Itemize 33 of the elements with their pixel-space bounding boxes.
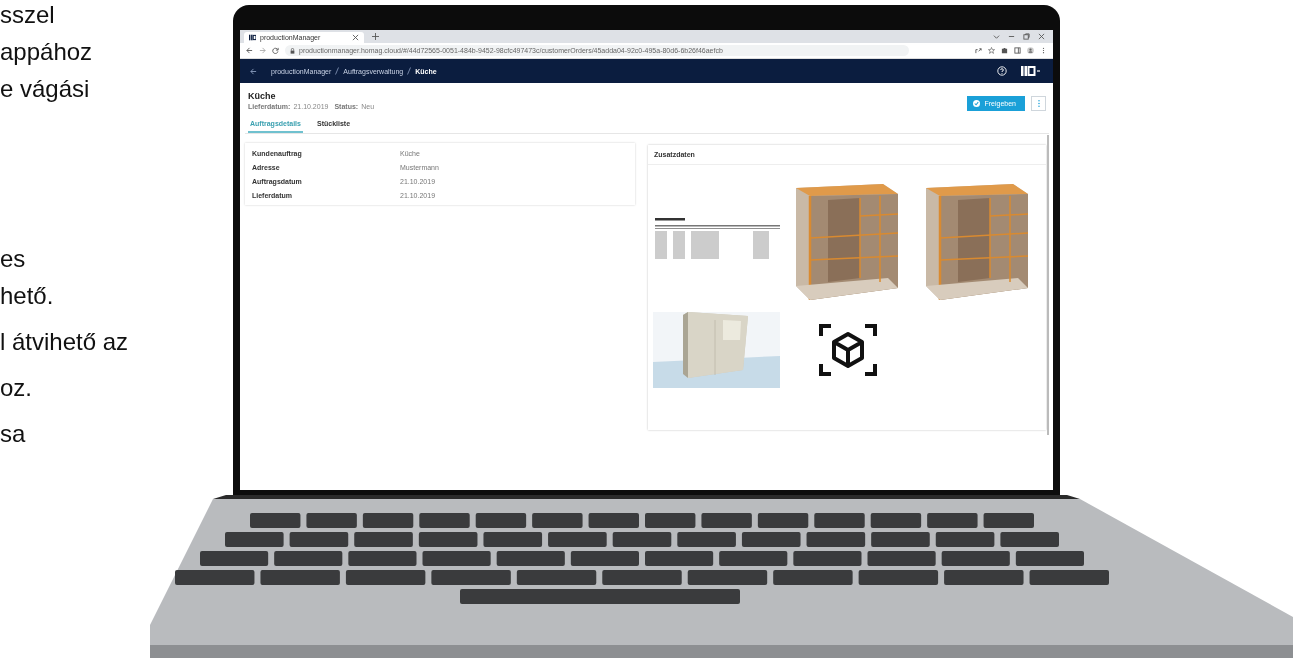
- minimize-icon[interactable]: [1008, 33, 1015, 40]
- help-icon[interactable]: [997, 66, 1007, 76]
- check-circle-icon: [973, 100, 981, 107]
- lock-icon: [290, 47, 295, 54]
- page-title: Küche: [248, 91, 277, 101]
- reload-icon[interactable]: [272, 47, 279, 54]
- text-line: es: [0, 244, 27, 274]
- close-icon[interactable]: [352, 34, 359, 41]
- text-line: oz.: [0, 373, 33, 403]
- share-icon[interactable]: [975, 47, 982, 54]
- logo-menu-icon[interactable]: [1021, 66, 1041, 76]
- separator-icon: [335, 67, 340, 75]
- star-icon[interactable]: [988, 47, 995, 54]
- cube-scan-icon[interactable]: [818, 322, 878, 378]
- close-icon[interactable]: [1038, 33, 1045, 40]
- text-line: appához: [0, 37, 94, 67]
- text-line: hető.: [0, 281, 55, 311]
- kebab-menu-icon[interactable]: [1040, 47, 1047, 54]
- back-arrow-icon[interactable]: [250, 67, 257, 75]
- text-line: sszel: [0, 0, 56, 30]
- logo-icon: [249, 34, 256, 41]
- kebab-menu-icon: [1036, 99, 1041, 108]
- plus-icon[interactable]: [372, 33, 379, 40]
- chevron-down-icon[interactable]: [993, 33, 1000, 40]
- text-line: e vágási: [0, 74, 91, 104]
- back-arrow-icon[interactable]: [246, 47, 253, 54]
- text-line: l átvihető az: [0, 327, 130, 357]
- scrollbar[interactable]: [1047, 135, 1049, 435]
- restore-icon[interactable]: [1023, 33, 1030, 40]
- text-line: sa: [0, 419, 27, 449]
- separator-icon: [407, 67, 412, 75]
- profile-icon[interactable]: [1027, 47, 1034, 54]
- sidebar-icon[interactable]: [1014, 47, 1021, 54]
